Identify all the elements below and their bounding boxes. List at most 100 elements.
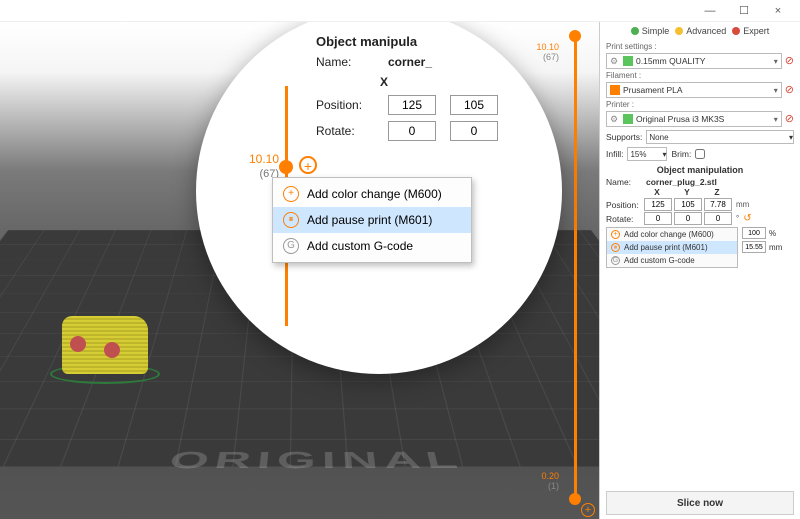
print-settings-label: Print settings : xyxy=(606,42,794,51)
slider-handle-bottom[interactable] xyxy=(569,493,581,505)
chevron-down-icon: ▾ xyxy=(789,133,793,142)
mode-simple[interactable]: Simple xyxy=(631,26,670,36)
rotate-unit: ° xyxy=(736,214,739,223)
mag-name-label: Name: xyxy=(316,55,374,69)
delete-printer-icon[interactable]: ⊘ xyxy=(785,112,794,125)
mag-position-y[interactable] xyxy=(450,95,498,115)
mag-position-label: Position: xyxy=(316,98,374,112)
gear-icon: ⚙ xyxy=(610,56,620,66)
printer-swatch-icon xyxy=(623,114,633,124)
supports-label: Supports: xyxy=(606,132,642,142)
delete-preset-icon[interactable]: ⊘ xyxy=(785,54,794,67)
slice-now-button[interactable]: Slice now xyxy=(606,491,794,515)
maximize-button[interactable]: ☐ xyxy=(738,5,750,17)
plus-icon: + xyxy=(283,186,299,202)
printer-combo[interactable]: ⚙ Original Prusa i3 MK3S ▾ xyxy=(606,111,782,127)
scale-field[interactable] xyxy=(742,227,766,239)
position-y[interactable] xyxy=(674,198,702,211)
chevron-down-icon: ▾ xyxy=(774,86,778,95)
slider-bot-sub: (1) xyxy=(548,481,559,491)
position-z[interactable] xyxy=(704,198,732,211)
gear-icon: ⚙ xyxy=(610,114,620,124)
position-x[interactable] xyxy=(644,198,672,211)
ctx-add-custom-gcode[interactable]: G Add custom G-code xyxy=(273,233,471,259)
plate-watermark: ORIGINAL xyxy=(166,447,467,474)
chevron-down-icon: ▾ xyxy=(662,150,666,159)
brim-label: Brim: xyxy=(671,149,691,159)
axis-x: X xyxy=(642,187,672,197)
mag-rotate-x[interactable] xyxy=(388,121,436,141)
printer-value: Original Prusa i3 MK3S xyxy=(636,114,771,124)
rotate-z[interactable] xyxy=(704,212,732,225)
title-bar: — ☐ × xyxy=(0,0,800,22)
ctx-pause-label: Add pause print (M601) xyxy=(307,213,432,227)
mag-rotate-y[interactable] xyxy=(450,121,498,141)
mode-advanced[interactable]: Advanced xyxy=(675,26,726,36)
mag-slider-value: 10.10 xyxy=(249,152,279,166)
ctx-color-label: Add color change (M600) xyxy=(307,187,442,201)
size-unit: mm xyxy=(769,243,782,252)
rotate-y[interactable] xyxy=(674,212,702,225)
add-action-icon[interactable]: + xyxy=(581,503,595,517)
slider-bot-value: 0.20 xyxy=(541,471,559,481)
filament-swatch-icon xyxy=(610,85,620,95)
mag-name-value: corner_ xyxy=(388,55,432,69)
mode-tabs: Simple Advanced Expert xyxy=(606,26,794,36)
position-unit: mm xyxy=(736,200,749,209)
axis-z: Z xyxy=(702,187,732,197)
pause-icon: ⏸ xyxy=(283,212,299,228)
chevron-down-icon: ▾ xyxy=(774,115,778,124)
gcode-icon: G xyxy=(283,238,299,254)
minimize-button[interactable]: — xyxy=(704,5,716,17)
infill-label: Infill: xyxy=(606,149,623,159)
plus-icon: + xyxy=(611,230,620,239)
size-field[interactable] xyxy=(742,241,766,253)
mag-position-x[interactable] xyxy=(388,95,436,115)
delete-filament-icon[interactable]: ⊘ xyxy=(785,83,794,96)
dot-green-icon xyxy=(631,27,639,35)
gcode-icon: G xyxy=(611,256,620,265)
mini-ctx-color[interactable]: +Add color change (M600) xyxy=(607,228,737,241)
model-preview[interactable] xyxy=(58,312,153,380)
mag-panel-title: Object manipula xyxy=(316,34,498,49)
preset-swatch-icon xyxy=(623,56,633,66)
mini-ctx-pause[interactable]: ⏸Add pause print (M601) xyxy=(607,241,737,254)
pause-icon: ⏸ xyxy=(611,243,620,252)
mag-rotate-label: Rotate: xyxy=(316,124,374,138)
ctx-add-color-change[interactable]: + Add color change (M600) xyxy=(273,181,471,207)
axis-y: Y xyxy=(672,187,702,197)
slider-handle-top[interactable] xyxy=(569,30,581,42)
slider-track[interactable] xyxy=(574,34,577,501)
position-label: Position: xyxy=(606,200,642,210)
obj-name-label: Name: xyxy=(606,177,642,187)
mag-add-action-icon[interactable]: + xyxy=(299,156,317,174)
mini-ctx-gcode[interactable]: GAdd custom G-code xyxy=(607,254,737,267)
close-button[interactable]: × xyxy=(772,5,784,17)
object-manipulation-title: Object manipulation xyxy=(606,165,794,175)
rotate-x[interactable] xyxy=(644,212,672,225)
ctx-add-pause-print[interactable]: ⏸ Add pause print (M601) xyxy=(273,207,471,233)
right-sidebar: Simple Advanced Expert Print settings : … xyxy=(600,22,800,519)
mini-context-menu: +Add color change (M600) ⏸Add pause prin… xyxy=(606,227,738,268)
obj-name-value: corner_plug_2.stl xyxy=(646,177,794,187)
brim-checkbox[interactable] xyxy=(695,149,705,159)
viewport-3d[interactable]: ORIGINAL 10.10 (67) 0.20 (1) + xyxy=(0,22,600,519)
dot-yellow-icon xyxy=(675,27,683,35)
mode-expert[interactable]: Expert xyxy=(732,26,769,36)
ctx-gcode-label: Add custom G-code xyxy=(307,239,413,253)
printer-label: Printer : xyxy=(606,100,794,109)
infill-combo[interactable]: 15%▾ xyxy=(627,147,667,161)
filament-combo[interactable]: Prusament PLA ▾ xyxy=(606,82,782,98)
layer-context-menu: + Add color change (M600) ⏸ Add pause pr… xyxy=(272,177,472,263)
dot-red-icon xyxy=(732,27,740,35)
print-settings-combo[interactable]: ⚙ 0.15mm QUALITY ▾ xyxy=(606,53,782,69)
print-settings-value: 0.15mm QUALITY xyxy=(636,56,771,66)
layer-slider[interactable]: 10.10 (67) 0.20 (1) xyxy=(563,34,587,501)
reset-rotate-icon[interactable]: ↺ xyxy=(743,213,751,224)
supports-combo[interactable]: None▾ xyxy=(646,130,794,144)
mag-slider-handle[interactable] xyxy=(279,160,293,174)
filament-label: Filament : xyxy=(606,71,794,80)
filament-value: Prusament PLA xyxy=(623,85,771,95)
chevron-down-icon: ▾ xyxy=(774,57,778,66)
rotate-label: Rotate: xyxy=(606,214,642,224)
